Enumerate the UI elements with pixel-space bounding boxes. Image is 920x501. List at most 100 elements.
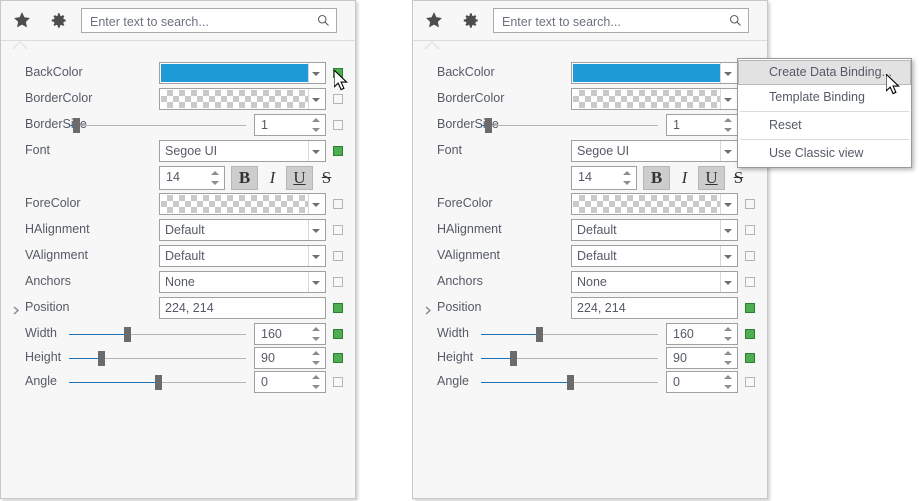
spinner-down-icon[interactable] <box>623 181 631 185</box>
numeric-editor[interactable]: 0 <box>666 371 738 393</box>
star-icon[interactable] <box>421 7 447 33</box>
binding-marker[interactable] <box>333 377 343 387</box>
binding-marker[interactable] <box>745 251 755 261</box>
search-box[interactable] <box>81 8 337 34</box>
binding-marker[interactable] <box>745 377 755 387</box>
spinner-up-icon[interactable] <box>312 351 320 355</box>
slider-thumb[interactable] <box>485 118 492 133</box>
chevron-down-icon[interactable] <box>724 98 732 102</box>
star-icon[interactable] <box>9 7 35 33</box>
combo-editor[interactable]: Default <box>571 219 738 241</box>
numeric-editor[interactable]: 1 <box>254 114 326 136</box>
search-icon[interactable] <box>728 13 743 28</box>
slider-thumb[interactable] <box>155 375 162 390</box>
color-editor[interactable] <box>159 193 326 215</box>
numeric-editor[interactable]: 90 <box>666 347 738 369</box>
binding-marker[interactable] <box>333 329 343 339</box>
combo-editor[interactable]: Segoe UI <box>571 140 738 162</box>
search-box[interactable] <box>493 8 749 34</box>
binding-marker[interactable] <box>333 120 343 130</box>
menu-item[interactable]: Reset <box>738 113 911 138</box>
spinner-buttons[interactable] <box>723 117 733 133</box>
binding-marker[interactable] <box>745 329 755 339</box>
spinner-buttons[interactable] <box>723 374 733 390</box>
numeric-editor[interactable]: 1 <box>666 114 738 136</box>
binding-marker[interactable] <box>333 68 343 78</box>
spinner-up-icon[interactable] <box>623 171 631 175</box>
bold-button[interactable]: B <box>231 166 258 190</box>
spinner-buttons[interactable] <box>622 170 632 186</box>
color-editor[interactable] <box>159 88 326 110</box>
font-size-editor[interactable]: 14 <box>159 166 225 190</box>
chevron-down-icon[interactable] <box>724 229 732 233</box>
color-editor[interactable] <box>571 88 738 110</box>
slider-thumb[interactable] <box>124 327 131 342</box>
menu-item[interactable]: Use Classic view <box>738 141 911 166</box>
slider-width[interactable] <box>69 327 246 342</box>
binding-marker[interactable] <box>333 146 343 156</box>
color-editor[interactable] <box>159 62 326 84</box>
spinner-down-icon[interactable] <box>312 337 320 341</box>
color-editor[interactable] <box>571 193 738 215</box>
underline-button[interactable]: U <box>286 166 313 190</box>
slider-height[interactable] <box>69 351 246 366</box>
spinner-down-icon[interactable] <box>724 361 732 365</box>
spinner-up-icon[interactable] <box>312 375 320 379</box>
spinner-buttons[interactable] <box>723 350 733 366</box>
spinner-up-icon[interactable] <box>724 327 732 331</box>
spinner-buttons[interactable] <box>311 326 321 342</box>
combo-editor[interactable]: None <box>159 271 326 293</box>
binding-marker[interactable] <box>333 251 343 261</box>
search-input[interactable] <box>500 9 724 34</box>
binding-marker[interactable] <box>745 303 755 313</box>
spinner-buttons[interactable] <box>210 170 220 186</box>
slider-height[interactable] <box>481 351 658 366</box>
font-size-editor[interactable]: 14 <box>571 166 637 190</box>
numeric-editor[interactable]: 160 <box>666 323 738 345</box>
menu-item[interactable]: Template Binding <box>738 85 911 110</box>
binding-marker[interactable] <box>745 199 755 209</box>
text-editor[interactable]: 224, 214 <box>159 297 326 319</box>
slider-thumb[interactable] <box>567 375 574 390</box>
chevron-down-icon[interactable] <box>724 203 732 207</box>
binding-marker[interactable] <box>745 225 755 235</box>
gear-icon[interactable] <box>45 7 71 33</box>
binding-marker[interactable] <box>333 94 343 104</box>
italic-button[interactable]: I <box>259 166 286 190</box>
numeric-editor[interactable]: 160 <box>254 323 326 345</box>
spinner-up-icon[interactable] <box>312 327 320 331</box>
combo-editor[interactable]: None <box>571 271 738 293</box>
underline-button[interactable]: U <box>698 166 725 190</box>
combo-editor[interactable]: Default <box>571 245 738 267</box>
spinner-down-icon[interactable] <box>211 181 219 185</box>
binding-marker[interactable] <box>333 199 343 209</box>
numeric-editor[interactable]: 90 <box>254 347 326 369</box>
chevron-down-icon[interactable] <box>724 281 732 285</box>
spinner-up-icon[interactable] <box>724 118 732 122</box>
bold-button[interactable]: B <box>643 166 670 190</box>
binding-marker[interactable] <box>745 277 755 287</box>
slider-thumb[interactable] <box>98 351 105 366</box>
strikethrough-button[interactable]: S <box>313 166 340 190</box>
numeric-editor[interactable]: 0 <box>254 371 326 393</box>
spinner-buttons[interactable] <box>311 374 321 390</box>
gear-icon[interactable] <box>457 7 483 33</box>
color-editor[interactable] <box>571 62 738 84</box>
slider-thumb[interactable] <box>73 118 80 133</box>
combo-editor[interactable]: Segoe UI <box>159 140 326 162</box>
spinner-up-icon[interactable] <box>724 351 732 355</box>
binding-marker[interactable] <box>333 353 343 363</box>
spinner-down-icon[interactable] <box>724 385 732 389</box>
spinner-up-icon[interactable] <box>724 375 732 379</box>
spinner-buttons[interactable] <box>723 326 733 342</box>
context-menu[interactable]: Create Data Binding... Template Binding Re… <box>737 58 912 168</box>
italic-button[interactable]: I <box>671 166 698 190</box>
slider-width[interactable] <box>481 327 658 342</box>
slider-bordersize[interactable] <box>481 118 658 133</box>
spinner-buttons[interactable] <box>311 117 321 133</box>
search-input[interactable] <box>88 9 312 34</box>
spinner-down-icon[interactable] <box>312 361 320 365</box>
spinner-down-icon[interactable] <box>724 337 732 341</box>
chevron-down-icon[interactable] <box>724 255 732 259</box>
chevron-down-icon[interactable] <box>312 255 320 259</box>
